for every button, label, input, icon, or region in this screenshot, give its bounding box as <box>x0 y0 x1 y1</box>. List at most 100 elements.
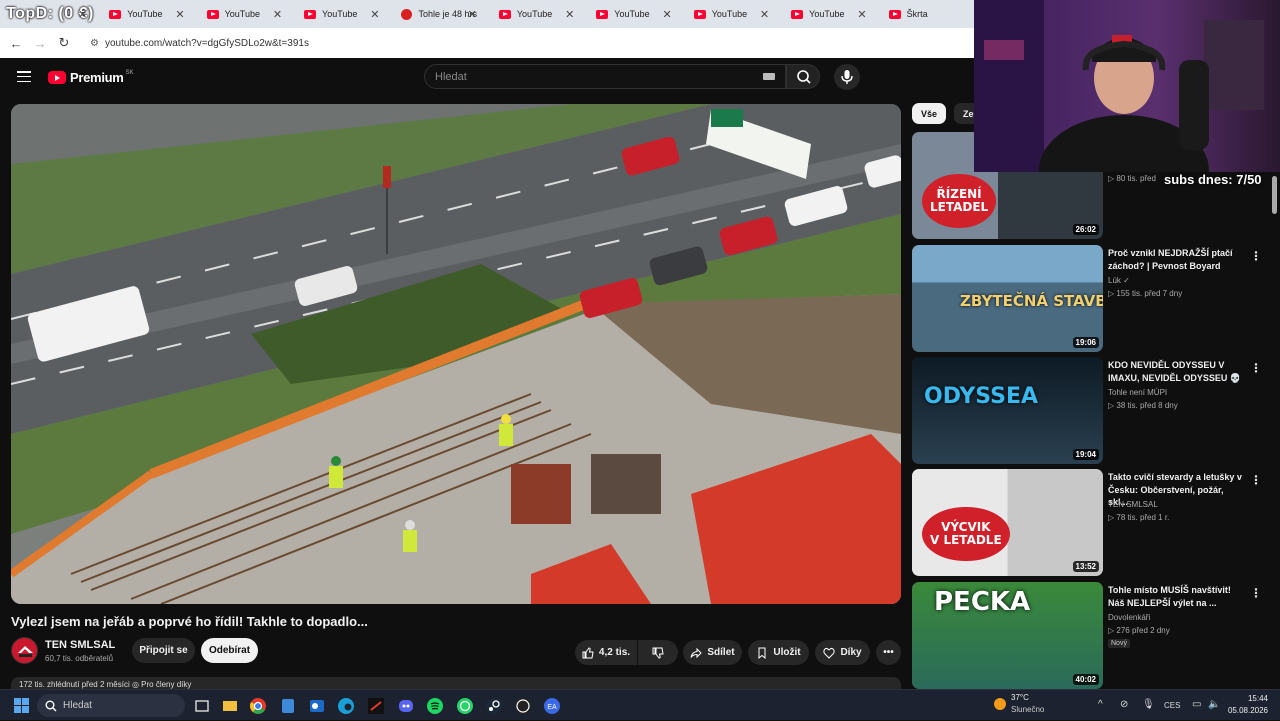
subscribe-button[interactable]: Odebírat <box>201 638 258 663</box>
taskbar-search-input[interactable] <box>63 700 173 711</box>
close-tab-icon[interactable]: ✕ <box>370 8 379 21</box>
tab-title: YouTube <box>224 9 260 19</box>
weather-temperature: 37°C <box>1011 693 1029 702</box>
browser-tab[interactable]: YouTube ✕ <box>195 0 292 28</box>
steam-icon[interactable] <box>484 696 504 716</box>
close-tab-icon[interactable]: ✕ <box>78 8 87 21</box>
channel-avatar[interactable] <box>11 637 38 664</box>
thanks-button[interactable]: Díky <box>815 640 870 665</box>
site-info-icon[interactable]: ⚙ <box>90 38 99 49</box>
browser-tab[interactable]: YouTube ✕ <box>487 0 584 28</box>
close-tab-icon[interactable]: ✕ <box>273 8 282 21</box>
close-tab-icon[interactable]: ✕ <box>468 8 477 21</box>
video-thumbnail[interactable]: VÝCVIK V LETADLE 13:52 <box>912 469 1103 576</box>
taskbar-search[interactable] <box>37 694 185 717</box>
voice-search-button[interactable] <box>834 64 860 90</box>
recommended-video-title[interactable]: KDO NEVIDĚL ODYSSEU V IMAXU, NEVIDĚL ODY… <box>1108 359 1244 384</box>
clock-date: 05.08.2026 <box>1227 706 1268 715</box>
sidebar-scrollbar[interactable] <box>1272 176 1277 214</box>
search-button[interactable] <box>786 64 820 89</box>
recommended-video[interactable]: PECKA 40:02 Tohle místo MUSÍŠ navštívit! N… <box>912 582 1274 690</box>
keyboard-icon[interactable] <box>763 73 775 80</box>
recommended-channel-name[interactable]: Lúk ✓ <box>1108 276 1130 285</box>
close-tab-icon[interactable]: ✕ <box>565 8 574 21</box>
close-tab-icon[interactable]: ✕ <box>760 8 769 21</box>
video-duration: 40:02 <box>1072 674 1099 685</box>
calculator-icon[interactable] <box>278 696 298 716</box>
description-box[interactable]: 172 tis. zhlédnutí před 2 měsíci ◎ Pro č… <box>11 677 901 689</box>
browser-tab[interactable]: YouTube ✕ <box>584 0 681 28</box>
close-tab-icon[interactable]: ✕ <box>857 8 866 21</box>
chrome-icon[interactable] <box>248 696 268 716</box>
recommended-channel-name[interactable]: Tohle není MÚPI <box>1108 388 1167 397</box>
forward-icon[interactable]: → <box>28 36 52 51</box>
youtube-premium-logo[interactable]: Premium SK <box>48 70 134 85</box>
address-bar[interactable]: ⚙ youtube.com/watch?v=dgGfySDLo2w&t=391s <box>90 38 309 49</box>
taskbar-clock[interactable]: 15:44 05.08.2026 <box>1222 694 1268 715</box>
capcut-icon[interactable] <box>366 696 386 716</box>
recommended-video[interactable]: ZBYTEČNÁ STAVBA 19:06 Proč vznikl NEJDRAŽŠ… <box>912 245 1274 353</box>
recommended-video[interactable]: ODYSSEA 19:04 KDO NEVIDĚL ODYSSEU V IMAXU,… <box>912 357 1274 465</box>
obs-icon[interactable] <box>513 696 533 716</box>
microphone-icon[interactable]: 🎙 <box>1142 699 1155 710</box>
tab-title: YouTube <box>711 9 748 19</box>
dislike-button[interactable] <box>638 640 678 665</box>
reload-icon[interactable]: ↻ <box>52 35 76 51</box>
logo-text: Premium <box>70 70 124 85</box>
volume-icon[interactable]: 🔈 <box>1208 699 1220 710</box>
recommended-video-title[interactable]: Proč vznikl NEJDRAŽŠÍ ptačí záchod? | Pe… <box>1108 247 1244 272</box>
windows-start-icon[interactable] <box>14 698 29 713</box>
discord-icon[interactable] <box>396 696 416 716</box>
video-thumbnail[interactable]: ZBYTEČNÁ STAVBA 19:06 <box>912 245 1103 352</box>
language-indicator[interactable]: CES <box>1164 701 1180 710</box>
video-frame <box>11 104 901 604</box>
more-options-icon[interactable]: ⋮ <box>1250 361 1262 375</box>
recommended-channel-name[interactable]: TEN SMLSAL <box>1108 500 1158 509</box>
save-button[interactable]: Uložit <box>748 640 809 665</box>
file-explorer-icon[interactable] <box>220 696 240 716</box>
task-view-icon[interactable] <box>192 696 212 716</box>
browser-tab[interactable]: Škrta <box>877 0 974 28</box>
ea-app-icon[interactable]: EA <box>542 696 562 716</box>
outlook-icon[interactable] <box>307 696 327 716</box>
like-button[interactable]: 4,2 tis. <box>575 640 637 665</box>
filter-chip[interactable]: Vše <box>912 103 947 124</box>
youtube-favicon-icon <box>498 9 511 19</box>
chevron-up-icon[interactable]: ^ <box>1098 699 1103 710</box>
close-tab-icon[interactable]: ✕ <box>663 8 672 21</box>
close-tab-icon[interactable]: ✕ <box>175 8 184 21</box>
more-options-icon[interactable]: ⋮ <box>1250 249 1262 263</box>
sun-icon <box>994 698 1006 710</box>
channel-name[interactable]: TEN SMLSAL <box>45 639 115 651</box>
youtube-favicon-icon <box>791 9 804 19</box>
share-button[interactable]: Sdílet <box>683 640 742 665</box>
recommended-video-meta: ▷ 155 tis. před 7 dny <box>1108 289 1183 298</box>
recommended-channel-name[interactable]: Dovolenkáři <box>1108 613 1150 622</box>
video-thumbnail[interactable]: PECKA 40:02 <box>912 582 1103 689</box>
recommended-video[interactable]: VÝCVIK V LETADLE 13:52 Takto cvičí stevard… <box>912 469 1274 577</box>
hamburger-menu-icon[interactable] <box>17 71 31 83</box>
edge-icon[interactable] <box>336 696 356 716</box>
more-options-icon[interactable]: ⋮ <box>1250 586 1262 600</box>
more-actions-button[interactable]: ••• <box>876 640 901 665</box>
browser-tab[interactable]: YouTube ✕ <box>97 0 194 28</box>
browser-tab[interactable]: TopD: (0 €) ✕ <box>0 0 97 28</box>
recommended-video-title[interactable]: Tohle místo MUSÍŠ navštívit! Náš NEJLEPŠ… <box>1108 584 1244 609</box>
browser-tab[interactable]: YouTube ✕ <box>779 0 876 28</box>
search-input[interactable] <box>425 65 725 88</box>
video-thumbnail[interactable]: ODYSSEA 19:04 <box>912 357 1103 464</box>
video-player[interactable] <box>11 104 901 604</box>
streamer-webcam-image <box>974 0 1280 172</box>
whatsapp-icon[interactable] <box>455 696 475 716</box>
channel-logo-icon <box>12 638 37 663</box>
display-icon[interactable]: ▭ <box>1192 699 1201 710</box>
spotify-icon[interactable] <box>425 696 445 716</box>
network-icon[interactable]: ⊘ <box>1120 699 1128 710</box>
browser-tab[interactable]: Tohle je 48 hrs ✕ <box>389 0 486 28</box>
back-icon[interactable]: ← <box>4 36 28 51</box>
browser-tab[interactable]: YouTube ✕ <box>682 0 779 28</box>
more-options-icon[interactable]: ⋮ <box>1250 473 1262 487</box>
webcam-overlay <box>974 0 1280 172</box>
browser-tab[interactable]: YouTube ✕ <box>292 0 389 28</box>
join-button[interactable]: Připojit se <box>132 638 195 663</box>
